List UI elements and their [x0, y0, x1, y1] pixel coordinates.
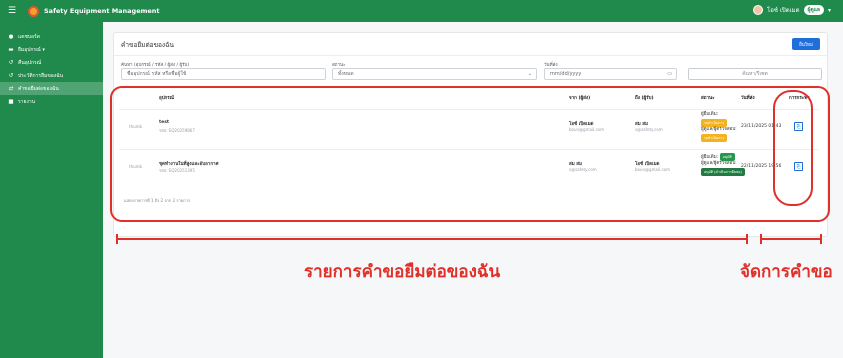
annotation-bracket-tick: [746, 234, 748, 244]
dashboard-icon: ●: [8, 33, 14, 40]
hamburger-icon[interactable]: ☰: [8, 6, 18, 16]
status-value: ทั้งหมด: [338, 71, 354, 77]
history-icon: ↺: [8, 72, 14, 79]
sidebar-item-label: คำขอยืมต่อของฉัน: [18, 85, 59, 92]
chevron-down-icon: ▾: [827, 6, 831, 14]
equipment-icon: ▬: [8, 46, 14, 53]
chevron-down-icon: ⌄: [527, 71, 532, 77]
search-reset-button[interactable]: ค้นหา/รีเซต: [688, 68, 822, 80]
brand-logo: [28, 5, 39, 17]
date-placeholder: mm/dd/yyyy: [550, 71, 582, 77]
status-label: สถานะ: [332, 63, 346, 68]
sidebar-item-dashboard[interactable]: ● แดชบอร์ด: [0, 30, 103, 43]
divider: [114, 55, 827, 56]
user-name: โอซ์ เปิดเมด: [767, 7, 800, 14]
date-label: วันที่ส่ง: [544, 63, 558, 68]
sidebar-item-label: รายงาน: [18, 98, 36, 105]
search-label: ค้นหา (อุปกรณ์ / รหัส / ผู้ส่ง / ผู้รับ): [121, 63, 190, 68]
sidebar-item-my-requests[interactable]: ⇄ คำขอยืมต่อของฉัน: [0, 82, 103, 95]
annotation-bracket-tick: [820, 234, 822, 244]
brand-title[interactable]: Safety Equipment Management: [44, 7, 160, 15]
sidebar-item-borrow[interactable]: ▬ ยืมอุปกรณ์ ▾: [0, 43, 103, 56]
avatar: [753, 5, 764, 15]
annotation-bracket: [760, 238, 822, 240]
sidebar-item-label: คืนอุปกรณ์: [18, 59, 42, 66]
status-select[interactable]: ทั้งหมด ⌄: [332, 68, 537, 80]
return-icon: ↺: [8, 59, 14, 66]
sidebar-item-report[interactable]: ■ รายงาน: [0, 95, 103, 108]
sidebar-item-label: ประวัติการยืมของฉัน: [18, 72, 64, 79]
calendar-icon: ▭: [667, 71, 672, 77]
annotation-label-manage: จัดการคำขอ: [740, 262, 833, 282]
new-request-button[interactable]: ยื่นใหม่: [792, 38, 820, 50]
page-title: คำขอยืมต่อของฉัน: [121, 41, 174, 49]
annotation-action-outline: [773, 90, 813, 206]
search-input[interactable]: ชื่ออุปกรณ์ รหัส หรือชื่อผู้ใช้: [121, 68, 326, 80]
sidebar-item-history[interactable]: ↺ ประวัติการยืมของฉัน: [0, 69, 103, 82]
top-navbar: ☰ Safety Equipment Management โอซ์ เปิดเ…: [0, 0, 843, 22]
sidebar-item-label: แดชบอร์ด: [18, 33, 40, 40]
sidebar: ● แดชบอร์ด ▬ ยืมอุปกรณ์ ▾ ↺ คืนอุปกรณ์ ↺…: [0, 22, 103, 358]
sidebar-item-label: ยืมอุปกรณ์ ▾: [18, 46, 45, 53]
date-input[interactable]: mm/dd/yyyy ▭: [544, 68, 677, 80]
user-role-badge: ผู้ดูแล: [803, 5, 824, 15]
request-icon: ⇄: [8, 85, 14, 92]
annotation-table-outline: [110, 86, 830, 222]
annotation-bracket: [116, 238, 748, 240]
sidebar-item-return[interactable]: ↺ คืนอุปกรณ์: [0, 56, 103, 69]
user-menu[interactable]: โอซ์ เปิดเมด ผู้ดูแล ▾: [753, 5, 831, 15]
report-icon: ■: [8, 98, 14, 105]
annotation-label-my-requests: รายการคำขอยืมต่อของฉัน: [304, 262, 501, 282]
